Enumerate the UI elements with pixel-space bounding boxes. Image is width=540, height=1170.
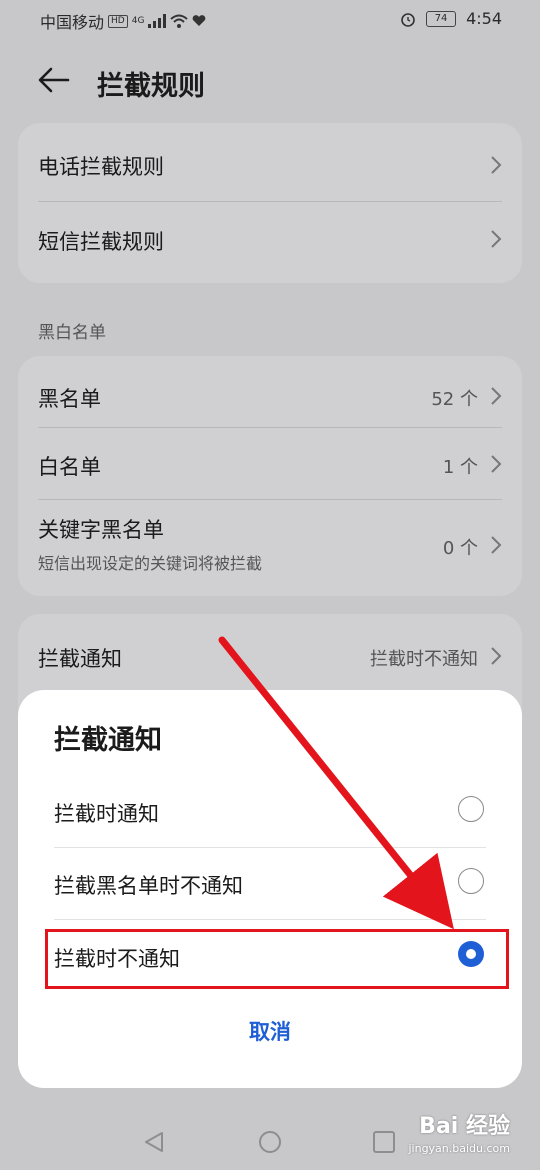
nav-home-icon[interactable] bbox=[258, 1130, 282, 1154]
watermark-url: jingyan.baidu.com bbox=[408, 1142, 510, 1155]
annotation-arrow-icon bbox=[218, 636, 454, 930]
nav-recents-icon[interactable] bbox=[372, 1130, 396, 1154]
nav-back-icon[interactable] bbox=[142, 1130, 166, 1154]
watermark-logo: Bai 经验 bbox=[419, 1114, 510, 1139]
